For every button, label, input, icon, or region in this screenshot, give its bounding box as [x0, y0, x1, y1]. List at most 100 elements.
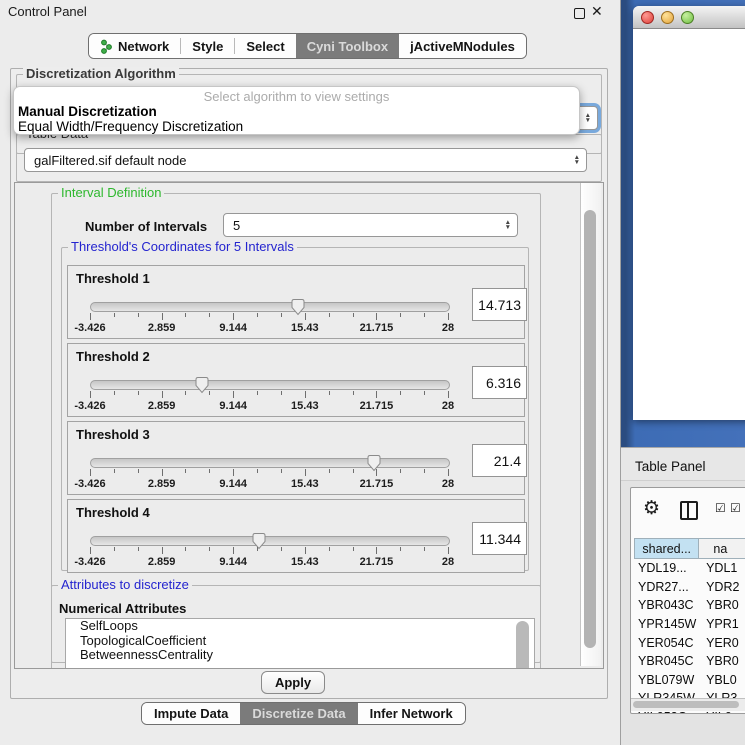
cell-shared-name[interactable]: YBL079W — [634, 673, 700, 687]
attributes-list-scrollbar[interactable] — [516, 621, 529, 669]
tick-mark — [281, 469, 282, 473]
tab-network[interactable]: Network — [89, 34, 180, 58]
tick-mark — [400, 313, 401, 317]
cell-name[interactable]: YBR0 — [700, 598, 745, 612]
table-row[interactable]: YDR27...YDR2 — [634, 578, 745, 597]
tick-mark — [233, 313, 234, 320]
cell-shared-name[interactable]: YBR045C — [634, 654, 700, 668]
split-column-icon[interactable] — [680, 501, 698, 520]
table-row[interactable]: YBR043CYBR0 — [634, 596, 745, 615]
num-intervals-spinner[interactable]: 5 ▲▼ — [223, 213, 518, 237]
table-row[interactable]: YPR145WYPR1 — [634, 615, 745, 634]
network-canvas[interactable] — [633, 29, 745, 420]
algorithm-option-equal-width[interactable]: Equal Width/Frequency Discretization — [14, 119, 579, 134]
network-window[interactable] — [633, 6, 745, 420]
tick-mark — [376, 391, 377, 398]
close-panel-icon[interactable]: ✕ — [591, 3, 603, 20]
attribute-list-item[interactable]: BetweennessCentrality — [66, 648, 534, 663]
tick-mark — [90, 391, 91, 398]
table-row[interactable]: YER054CYER0 — [634, 633, 745, 652]
table-horizontal-scrollbar[interactable] — [631, 698, 745, 711]
threshold-value-field[interactable] — [472, 522, 527, 555]
cell-name[interactable]: YDR2 — [700, 580, 745, 594]
minimize-window-icon[interactable] — [661, 11, 674, 24]
tick-mark — [162, 547, 163, 554]
attribute-list-item[interactable]: SelfLoops — [66, 619, 534, 634]
bottom-tab-bar: Impute DataDiscretize DataInfer Network — [141, 702, 466, 725]
cell-name[interactable]: YDL1 — [700, 561, 745, 575]
tick-label: 15.43 — [291, 322, 319, 334]
threshold-box: Threshold 1 -3.4262.8599.14415.4321.7152… — [67, 265, 525, 339]
tick-label: 2.859 — [148, 322, 176, 334]
network-window-titlebar[interactable] — [633, 6, 745, 29]
table-rows: YDL19...YDL1YDR27...YDR2YBR043CYBR0YPR14… — [634, 559, 745, 714]
tab-style[interactable]: Style — [181, 34, 234, 58]
table-panel: ⚙ ☑ ☑ shared... na YDL19...YDL1YDR27...Y… — [630, 487, 745, 714]
tick-mark — [424, 391, 425, 395]
tick-mark — [400, 547, 401, 551]
scrollbar-thumb[interactable] — [584, 210, 596, 648]
threshold-box: Threshold 3 -3.4262.8599.14415.4321.7152… — [67, 421, 525, 495]
threshold-slider[interactable] — [90, 458, 450, 468]
table-row[interactable]: YBR045CYBR0 — [634, 652, 745, 671]
tick-label: -3.426 — [74, 322, 105, 334]
cell-shared-name[interactable]: YDL19... — [634, 561, 700, 575]
settings-vertical-scrollbar[interactable] — [580, 183, 601, 666]
cell-shared-name[interactable]: YPR145W — [634, 617, 700, 631]
tab-impute-data[interactable]: Impute Data — [142, 703, 240, 724]
slider-tick-labels: -3.4262.8599.14415.4321.71528 — [90, 322, 448, 334]
tick-label: 28 — [442, 400, 454, 412]
tick-label: 9.144 — [219, 478, 247, 490]
table-data-combobox[interactable]: galFiltered.sif default node ▲▼ — [24, 148, 587, 172]
tick-mark — [400, 391, 401, 395]
algorithm-option-manual[interactable]: Manual Discretization — [14, 104, 579, 119]
application-window: Control Panel ✕ NetworkStyleSelectCyni T… — [0, 0, 745, 745]
tick-mark — [209, 391, 210, 395]
tab-bar: Network Style SelectCyni Toolbox jActiveMNo… — [88, 33, 527, 59]
cell-name[interactable]: YBR0 — [700, 654, 745, 668]
cell-name[interactable]: YBL0 — [700, 673, 745, 687]
numerical-attributes-list[interactable]: SelfLoopsTopologicalCoefficientBetweenne… — [65, 618, 535, 669]
threshold-slider[interactable] — [90, 380, 450, 390]
table-row[interactable]: YBL079WYBL0 — [634, 671, 745, 690]
cell-name[interactable]: YER0 — [700, 636, 745, 650]
tab-infer-network[interactable]: Infer Network — [358, 703, 465, 724]
threshold-slider[interactable] — [90, 536, 450, 546]
scrollbar-thumb[interactable] — [633, 701, 739, 708]
tick-mark — [376, 469, 377, 476]
threshold-value-field[interactable] — [472, 444, 527, 477]
cell-shared-name[interactable]: YDR27... — [634, 580, 700, 594]
cell-shared-name[interactable]: YBR043C — [634, 598, 700, 612]
table-row[interactable]: YDL19...YDL1 — [634, 559, 745, 578]
tick-mark — [257, 391, 258, 395]
close-window-icon[interactable] — [641, 11, 654, 24]
tab-select[interactable]: Select — [235, 34, 295, 58]
float-panel-icon[interactable] — [574, 8, 585, 19]
threshold-value-field[interactable] — [472, 288, 527, 321]
threshold-slider[interactable] — [90, 302, 450, 312]
zoom-window-icon[interactable] — [681, 11, 694, 24]
cell-name[interactable]: YPR1 — [700, 617, 745, 631]
tab-jactivemnodules[interactable]: jActiveMNodules — [399, 34, 526, 58]
tick-label: 28 — [442, 478, 454, 490]
tab-label: Style — [192, 39, 223, 54]
tick-mark — [185, 469, 186, 473]
tick-mark — [90, 313, 91, 320]
table-panel-toolbar: ⚙ ☑ ☑ — [631, 488, 745, 534]
tab-label: jActiveMNodules — [410, 39, 515, 54]
slider-ticks — [90, 547, 448, 555]
tick-label: 21.715 — [360, 400, 394, 412]
checkbox-icon[interactable]: ☑ — [730, 501, 741, 515]
column-header-shared-name[interactable]: shared... — [634, 538, 699, 559]
cell-shared-name[interactable]: YER054C — [634, 636, 700, 650]
tab-cyni-toolbox[interactable]: Cyni Toolbox — [296, 34, 399, 58]
tab-discretize-data[interactable]: Discretize Data — [240, 703, 357, 724]
tick-label: 28 — [442, 322, 454, 334]
spinner-arrows-icon: ▲▼ — [505, 214, 511, 236]
attribute-list-item[interactable]: TopologicalCoefficient — [66, 634, 534, 649]
gear-icon[interactable]: ⚙ — [643, 497, 660, 520]
checkbox-icon[interactable]: ☑ — [715, 501, 726, 515]
apply-button[interactable]: Apply — [261, 671, 325, 694]
threshold-value-field[interactable] — [472, 366, 527, 399]
column-header-name[interactable]: na — [699, 538, 745, 559]
